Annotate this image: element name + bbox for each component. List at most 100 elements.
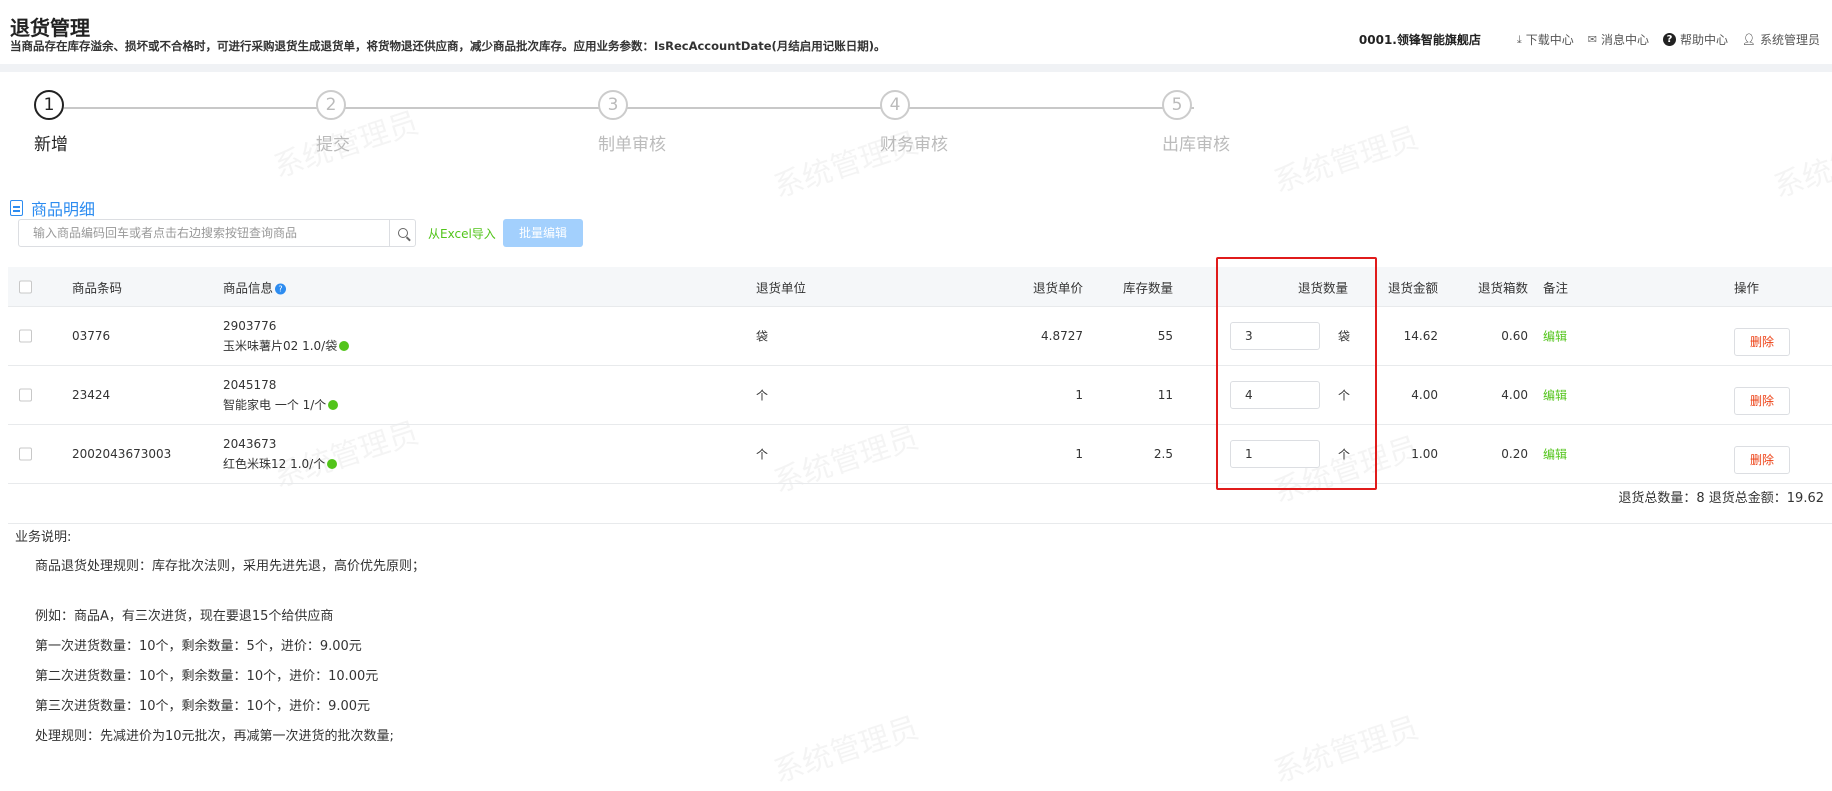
table-row: 23424 2045178 智能家电 一个 1/个 个 1 11 4 个 4.0… [8,366,1832,425]
product-search [18,219,416,247]
product-search-input[interactable] [19,220,389,246]
row-checkbox[interactable] [19,329,32,343]
qty-highlight-box [1216,257,1377,490]
download-icon: ⤓ [1516,32,1522,46]
page-header: 退货管理 当商品存在库存溢余、损坏或不合格时，可进行采购退货生成退货单，将货物退… [0,0,1832,72]
step-label: 提交 [316,135,350,155]
info-dot-icon[interactable] [327,459,338,469]
step-3: 3 制单审核 [598,90,666,155]
download-center-link[interactable]: ⤓ 下载中心 [1517,31,1574,48]
product-info-cell: 2903776 玉米味薯片02 1.0/袋 [223,316,350,356]
price-cell: 4.8727 [1041,329,1083,343]
help-center-link[interactable]: ? 帮助中心 [1663,31,1728,48]
product-info-cell: 2043673 红色米珠12 1.0/个 [223,434,338,474]
step-2: 2 提交 [316,90,350,155]
product-name-line: 红色米珠12 1.0/个 [223,454,338,474]
stock-cell: 55 [1157,329,1173,343]
col-info: 商品信息? [223,277,287,296]
mail-icon: ✉ [1587,33,1597,46]
table-row: 2002043673003 2043673 红色米珠12 1.0/个 个 1 2… [8,425,1832,484]
edit-remark-link[interactable]: 编辑 [1543,387,1567,404]
col-amount: 退货金额 [1387,280,1438,295]
barcode-cell: 2002043673003 [72,447,172,461]
boxes-cell: 0.60 [1501,329,1528,343]
info-dot-icon[interactable] [328,400,339,410]
section-title-label: 商品明细 [31,200,96,219]
product-code: 2903776 [223,319,277,333]
col-info-label: 商品信息 [223,280,274,295]
delete-button[interactable]: 删除 [1734,446,1790,474]
step-number: 5 [1162,90,1192,120]
step-4: 4 财务审核 [880,90,948,155]
row-checkbox[interactable] [19,388,32,402]
step-number: 3 [598,90,628,120]
watermark: 系统管理员 [767,703,923,791]
user-menu[interactable]: 👤︎ 系统管理员 [1742,31,1820,48]
col-barcode: 商品条码 [72,280,123,295]
stock-cell: 2.5 [1153,447,1173,461]
delete-button[interactable]: 删除 [1734,387,1790,415]
delete-button[interactable]: 删除 [1734,328,1790,356]
row-checkbox[interactable] [19,447,32,461]
notes-heading: 业务说明: [15,530,72,545]
download-center-label: 下载中心 [1525,33,1574,47]
product-name: 玉米味薯片02 1.0/袋 [223,339,338,353]
document-icon [10,200,23,216]
step-number: 2 [316,90,346,120]
edit-remark-link[interactable]: 编辑 [1543,328,1567,345]
help-icon: ? [1663,33,1676,46]
col-unit: 退货单位 [756,280,807,295]
col-stock: 库存数量 [1122,280,1173,295]
step-5: 5 出库审核 [1162,90,1230,155]
unit-cell: 个 [756,388,769,403]
section-title: 商品明细 [10,196,95,220]
notes-line: 第三次进货数量：10个，剩余数量：10个，进价：9.00元 [35,699,371,714]
watermark: 系统管理员 [1267,703,1423,791]
col-remark: 备注 [1543,280,1569,295]
price-cell: 1 [1075,447,1083,461]
notes-line: 第一次进货数量：10个，剩余数量：5个，进价：9.00元 [35,639,362,654]
progress-steps: 1 新增 2 提交 3 制单审核 4 财务审核 5 出库审核 [0,90,1300,160]
search-button[interactable] [389,220,415,246]
price-cell: 1 [1075,388,1083,402]
step-label: 新增 [34,135,68,155]
message-center-label: 消息中心 [1600,33,1649,47]
stock-cell: 11 [1157,388,1173,402]
boxes-cell: 0.20 [1501,447,1528,461]
barcode-cell: 23424 [72,388,111,402]
col-boxes: 退货箱数 [1477,280,1528,295]
product-name: 智能家电 一个 1/个 [223,398,327,412]
product-name-line: 玉米味薯片02 1.0/袋 [223,336,350,356]
product-name: 红色米珠12 1.0/个 [223,457,326,471]
amount-cell: 1.00 [1411,447,1438,461]
help-icon[interactable]: ? [275,283,287,294]
user-name: 系统管理员 [1759,33,1820,47]
unit-cell: 个 [756,447,769,462]
page-title: 退货管理 [10,16,90,40]
product-info-cell: 2045178 智能家电 一个 1/个 [223,375,339,415]
excel-import-link[interactable]: 从Excel导入 [428,225,496,242]
watermark: 系统管理员 [1767,118,1832,206]
message-center-link[interactable]: ✉ 消息中心 [1588,31,1649,48]
help-center-label: 帮助中心 [1680,33,1729,47]
divider [8,523,1832,524]
notes-line: 处理规则：先减进价为10元批次，再减第一次进货的批次数量; [35,729,394,744]
step-number: 4 [880,90,910,120]
step-label: 出库审核 [1162,135,1230,155]
unit-cell: 袋 [756,329,769,344]
col-price: 退货单价 [1032,280,1083,295]
totals-summary: 退货总数量：8 退货总金额：19.62 [1618,491,1824,506]
header-toolbar: 0001.领锋智能旗舰店 ⤓ 下载中心 ✉ 消息中心 ? 帮助中心 👤︎ 系统管… [1359,31,1820,48]
notes-line: 商品退货处理规则：库存批次法则，采用先进先退，高价优先原则； [35,559,426,574]
edit-remark-link[interactable]: 编辑 [1543,446,1567,463]
select-all-checkbox[interactable] [19,280,32,293]
product-table: 商品条码 商品信息? 退货单位 退货单价 库存数量 退货数量 退货金额 退货箱数… [8,267,1832,484]
notes-line: 例如：商品A，有三次进货，现在要退15个给供应商 [35,609,334,624]
step-number: 1 [34,90,64,120]
info-dot-icon[interactable] [339,341,350,351]
boxes-cell: 4.00 [1501,388,1528,402]
store-name[interactable]: 0001.领锋智能旗舰店 [1359,31,1481,48]
batch-edit-button[interactable]: 批量编辑 [503,219,583,247]
table-row: 03776 2903776 玉米味薯片02 1.0/袋 袋 4.8727 55 … [8,307,1832,366]
page-description: 当商品存在库存溢余、损坏或不合格时，可进行采购退货生成退货单，将货物退还供应商，… [10,39,886,53]
